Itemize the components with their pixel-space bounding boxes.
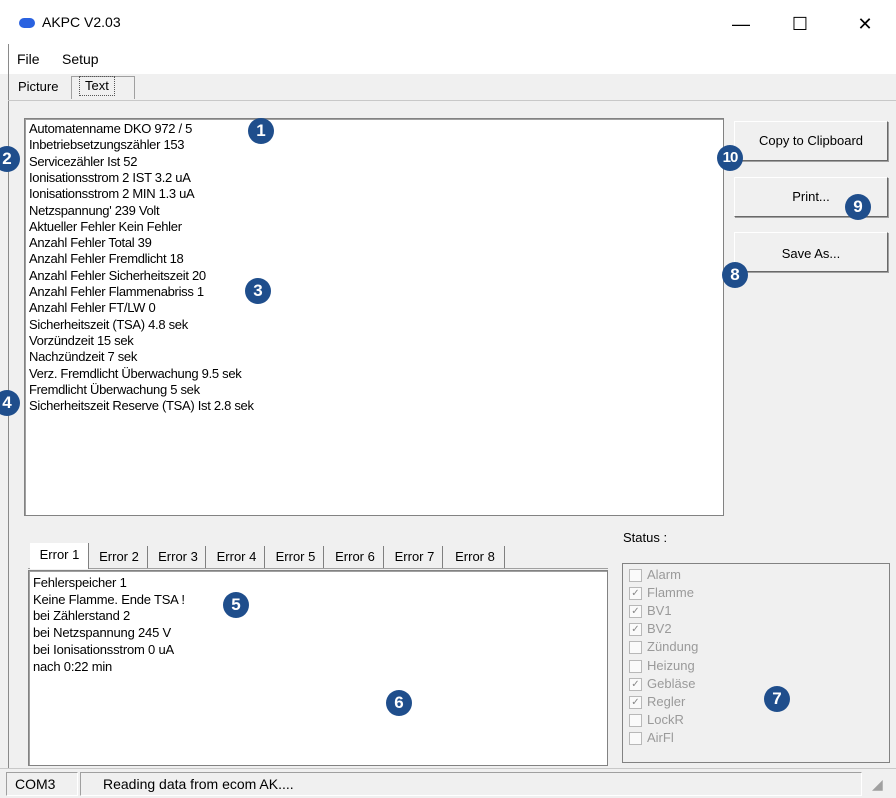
unchecked-checkbox-icon: [629, 713, 642, 727]
checked-checkbox-icon: ✓: [629, 605, 642, 619]
checked-checkbox-icon: ✓: [629, 623, 642, 637]
app-icon: [19, 18, 35, 28]
callout-7: 7: [764, 686, 790, 712]
info-line: Fremdlicht Überwachung 5 sek: [29, 381, 200, 397]
tab-picture[interactable]: Picture: [16, 76, 60, 98]
error-line: Fehlerspeicher 1: [33, 575, 127, 590]
callout-4: 4: [0, 390, 20, 416]
status-item-label: LockR: [647, 711, 684, 727]
error-tab-3[interactable]: Error 3: [151, 546, 206, 568]
error-line: nach 0:22 min: [33, 658, 113, 674]
info-line: Servicezähler Ist 52: [29, 153, 138, 169]
status-item-label: Flamme: [647, 585, 694, 601]
close-button[interactable]: ✕: [842, 8, 888, 40]
error-tab-1[interactable]: Error 1: [30, 543, 89, 569]
status-item-label: BV1: [647, 603, 672, 619]
error-tab-2[interactable]: Error 2: [91, 546, 148, 568]
minimize-button[interactable]: —: [718, 8, 764, 40]
info-line: Vorzündzeit 15 sek: [29, 332, 134, 348]
callout-8: 8: [722, 262, 748, 288]
status-message: Reading data from ecom AK....: [80, 772, 862, 796]
error-tab-6[interactable]: Error 6: [327, 546, 384, 568]
save-as-button[interactable]: Save As...: [734, 232, 888, 272]
callout-9: 9: [845, 194, 871, 220]
error-line: bei Netzspannung 245 V: [33, 625, 171, 641]
info-line: Sicherheitszeit (TSA) 4.8 sek: [29, 316, 188, 332]
info-line: Verz. Fremdlicht Überwachung 9.5 sek: [29, 365, 242, 381]
callout-10: 10: [717, 145, 743, 171]
error-line: Keine Flamme. Ende TSA !: [33, 591, 185, 607]
callout-1: 1: [248, 118, 274, 144]
info-line: Anzahl Fehler Sicherheitszeit 20: [29, 267, 206, 283]
menu-file[interactable]: File: [17, 51, 40, 67]
checked-checkbox-icon: ✓: [629, 677, 642, 691]
checked-checkbox-icon: ✓: [629, 587, 642, 601]
info-line: Automatenname DKO 972 / 5: [29, 121, 193, 136]
status-item-label: Alarm: [647, 567, 681, 582]
tab-strip-line: [8, 100, 896, 101]
info-text-area[interactable]: Automatenname DKO 972 / 5 Inbetriebsetzun…: [24, 118, 724, 516]
maximize-button[interactable]: ☐: [777, 8, 823, 40]
status-item-label: Zündung: [647, 639, 699, 655]
error-tab-5[interactable]: Error 5: [268, 546, 324, 568]
info-line: Anzahl Fehler Fremdlicht 18: [29, 251, 184, 267]
info-line: Anzahl Fehler Total 39: [29, 235, 152, 251]
unchecked-checkbox-icon: [629, 641, 642, 655]
window-title: AKPC V2.03: [42, 14, 121, 30]
callout-5: 5: [223, 592, 249, 618]
error-line: bei Zählerstand 2: [33, 608, 131, 624]
info-line: Nachzündzeit 7 sek: [29, 349, 138, 365]
error-tab-4[interactable]: Error 4: [209, 546, 265, 568]
status-item-label: Regler: [647, 693, 686, 709]
error-text-area[interactable]: Fehlerspeicher 1 Keine Flamme. Ende TSA !…: [28, 570, 608, 766]
resize-grip-icon[interactable]: ◢: [872, 776, 883, 793]
status-item-label: AirFl: [647, 729, 674, 745]
info-line: Ionisationsstrom 2 IST 3.2 uA: [29, 169, 191, 185]
status-label: Status :: [623, 530, 668, 545]
status-item-label: Heizung: [647, 657, 695, 673]
menu-bar: [0, 44, 896, 74]
info-line: Ionisationsstrom 2 MIN 1.3 uA: [29, 186, 195, 202]
com-port-indicator: COM3: [6, 772, 78, 796]
status-item-label: Gebläse: [647, 675, 696, 691]
info-line: Netzspannung' 239 Volt: [29, 202, 160, 218]
error-line: bei Ionisationsstrom 0 uA: [33, 641, 174, 657]
status-checkbox-group: Alarm ✓ Flamme ✓ BV1 ✓ BV2 Zündung Heizung ✓ Geblä…: [622, 563, 890, 763]
info-line: Anzahl Fehler FT/LW 0: [29, 300, 156, 316]
unchecked-checkbox-icon: [629, 659, 642, 673]
callout-6: 6: [386, 690, 412, 716]
tab-text[interactable]: Text: [79, 76, 115, 96]
checked-checkbox-icon: ✓: [629, 695, 642, 709]
unchecked-checkbox-icon: [629, 731, 642, 745]
error-tab-8[interactable]: Error 8: [446, 546, 505, 568]
info-line: Sicherheitszeit Reserve (TSA) Ist 2.8 se…: [29, 398, 254, 414]
callout-3: 3: [245, 278, 271, 304]
info-line: Aktueller Fehler Kein Fehler: [29, 218, 182, 234]
error-tab-7[interactable]: Error 7: [387, 546, 443, 568]
info-line: Anzahl Fehler Flammenabriss 1: [29, 284, 204, 299]
copy-to-clipboard-button[interactable]: Copy to Clipboard: [734, 121, 888, 161]
status-item-label: BV2: [647, 621, 672, 637]
info-line: Inbetriebsetzungszähler 153: [29, 137, 185, 153]
callout-2: 2: [0, 146, 20, 172]
error-tab-strip-line: [28, 568, 608, 569]
menu-setup[interactable]: Setup: [62, 51, 99, 67]
unchecked-checkbox-icon: [629, 569, 642, 582]
